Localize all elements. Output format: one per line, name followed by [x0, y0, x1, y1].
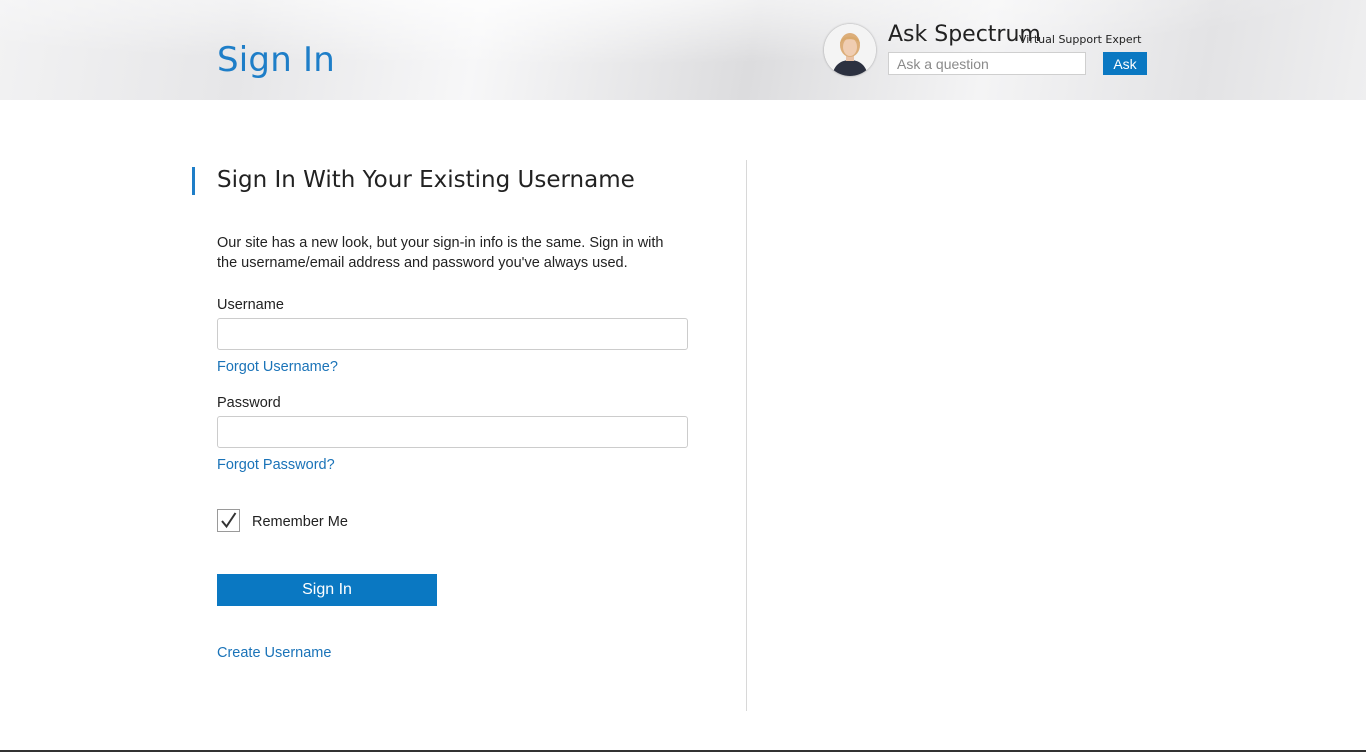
remember-me-label: Remember Me	[252, 514, 348, 530]
assistant-name: Ask Spectrum	[888, 22, 1041, 47]
page-header: Sign In Ask Spectrum Virtual Support Exp…	[0, 0, 1366, 100]
password-input[interactable]	[217, 416, 688, 448]
remember-me-checkbox[interactable]	[217, 509, 240, 532]
heading-accent-bar	[192, 167, 195, 195]
support-agent-avatar[interactable]	[824, 24, 876, 76]
ask-question-input[interactable]	[888, 52, 1086, 75]
forgot-username-link[interactable]: Forgot Username?	[217, 359, 338, 375]
username-input[interactable]	[217, 318, 688, 350]
forgot-password-link[interactable]: Forgot Password?	[217, 457, 335, 473]
password-label: Password	[217, 395, 281, 411]
form-heading: Sign In With Your Existing Username	[217, 167, 635, 193]
sign-in-button[interactable]: Sign In	[217, 574, 437, 606]
intro-text: Our site has a new look, but your sign-i…	[217, 235, 664, 271]
avatar-portrait-icon	[824, 24, 876, 76]
ask-button[interactable]: Ask	[1103, 52, 1147, 75]
page-title: Sign In	[217, 40, 335, 80]
checkmark-icon	[221, 512, 237, 529]
create-username-link[interactable]: Create Username	[217, 645, 331, 661]
assistant-subtitle: Virtual Support Expert	[1019, 33, 1142, 46]
column-divider	[746, 160, 747, 711]
username-label: Username	[217, 297, 284, 313]
header-background-sheen	[0, 0, 1366, 80]
